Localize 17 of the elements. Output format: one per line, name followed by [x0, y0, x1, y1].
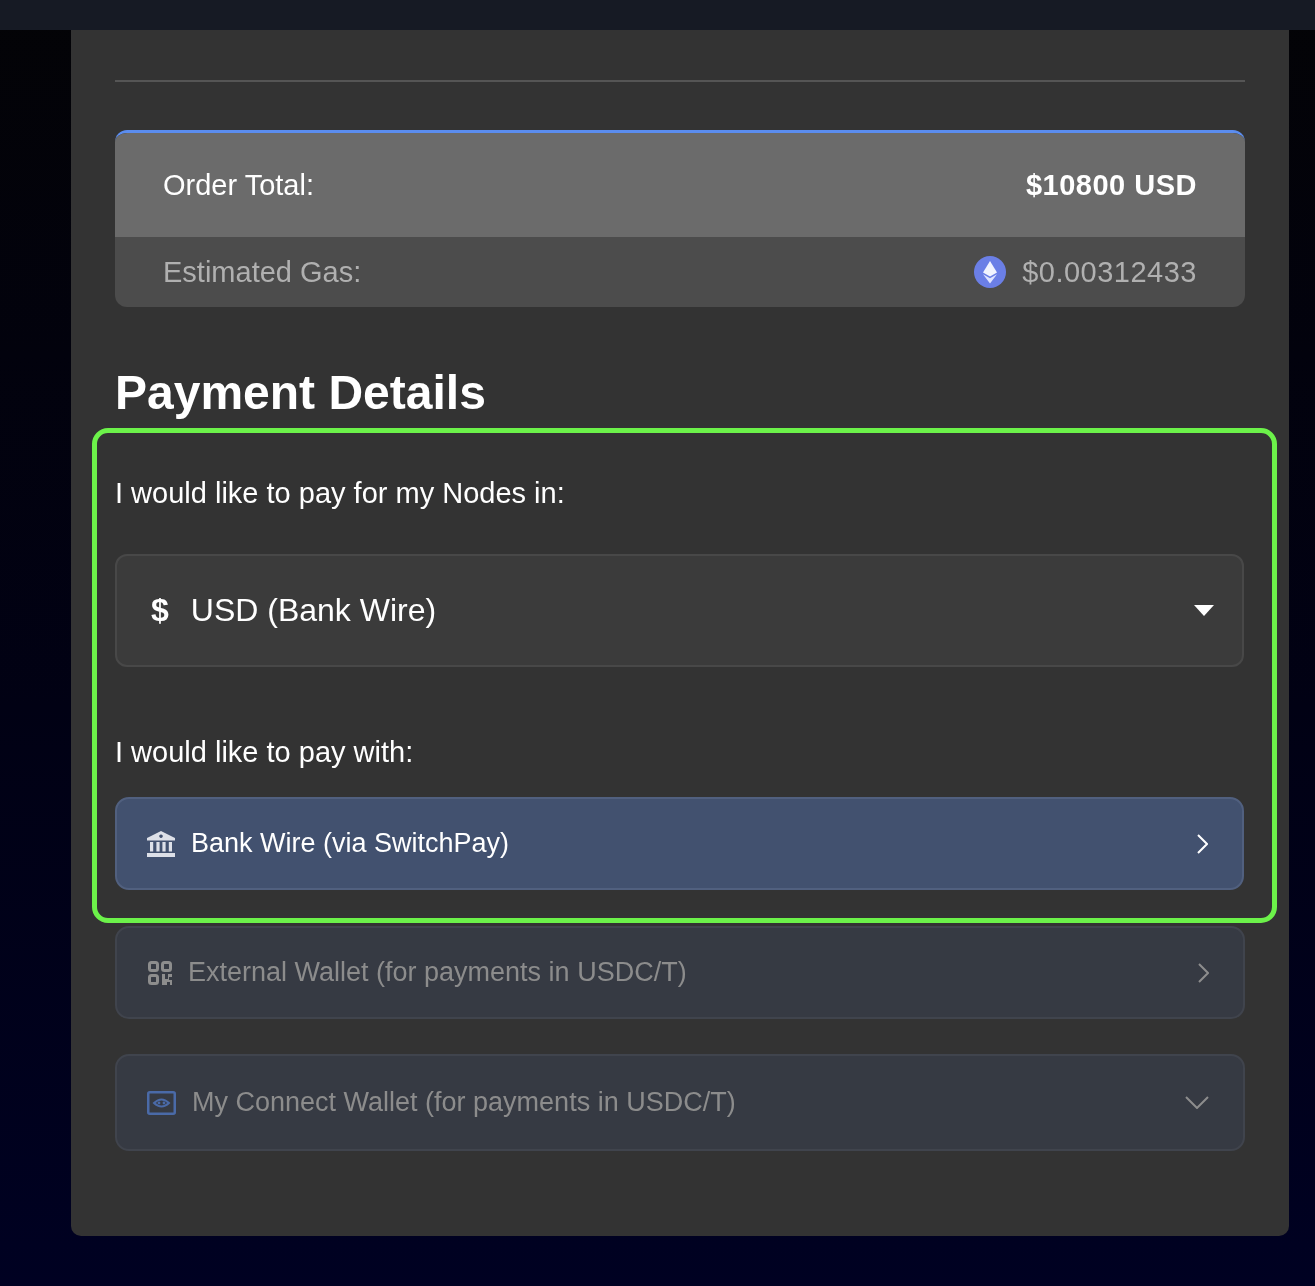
summary-label: Order Total:: [163, 168, 314, 202]
eye-card-icon: [147, 1090, 176, 1115]
bank-icon: [147, 830, 175, 857]
summary-value: $10800 USD: [1025, 168, 1197, 202]
section-heading: Payment Details: [115, 365, 487, 421]
summary-label: Estimated Gas:: [163, 255, 362, 289]
caret-down-icon: [1194, 605, 1214, 616]
chevron-right-icon: [1198, 962, 1209, 983]
field-label: I would like to pay with:: [115, 735, 415, 770]
chevron-right-icon: [1197, 833, 1208, 854]
chevron-down-icon: [1185, 1096, 1209, 1109]
field-label: I would like to pay for my Nodes in:: [115, 476, 566, 511]
currency-dropdown[interactable]: $ USD (Bank Wire): [115, 554, 1244, 667]
summary-value: $0.00312433: [1022, 255, 1197, 289]
diamond-coin-icon: [974, 256, 1007, 288]
payment-method-option[interactable]: Bank Wire (via SwitchPay): [115, 797, 1244, 890]
qr-code-icon: [148, 960, 172, 985]
